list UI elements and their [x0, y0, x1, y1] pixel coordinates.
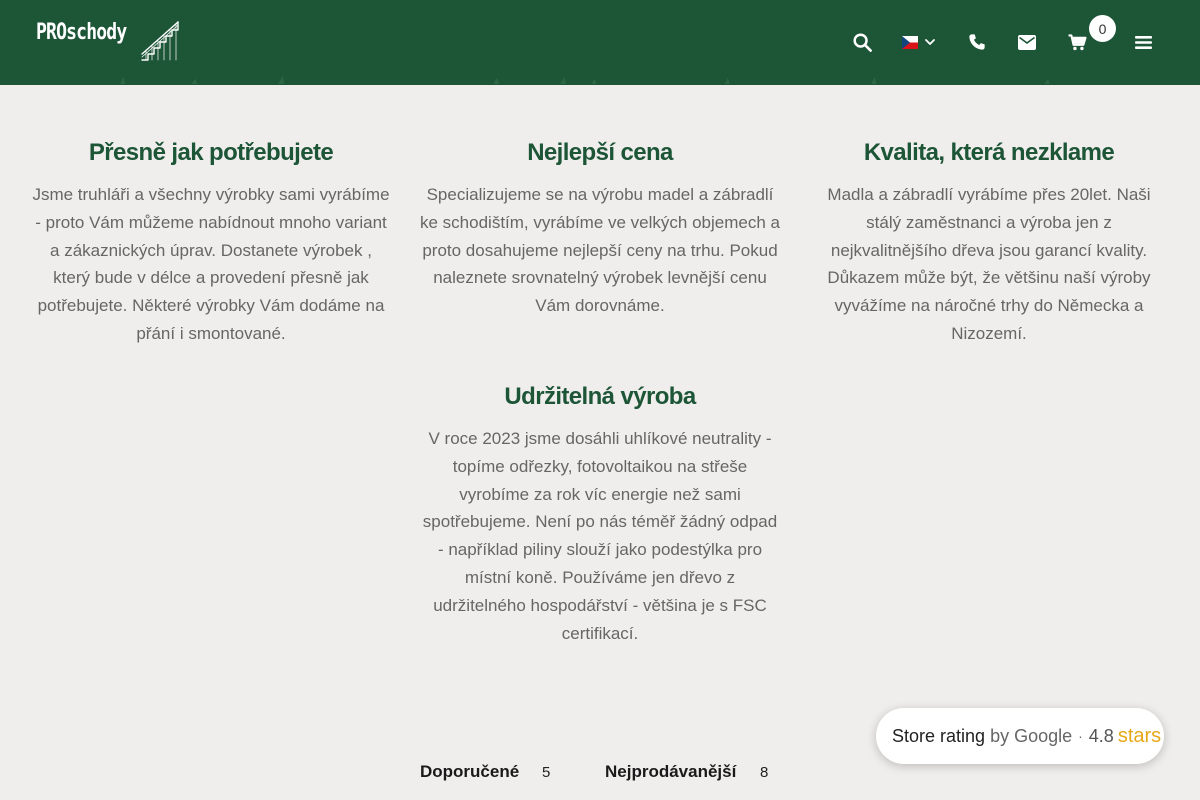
feature-text: Jsme truhláři a všechny výrobky sami vyr…	[32, 185, 390, 343]
cart-icon	[1068, 33, 1087, 50]
stairs-logo-icon	[141, 21, 179, 61]
tab-bestsellers-count: 8	[760, 764, 769, 781]
cart-count-badge: 0	[1089, 15, 1116, 42]
tab-bestsellers[interactable]: Nejprodávanější	[605, 762, 736, 782]
feature-text: V roce 2023 jsme dosáhli uhlíkové neutra…	[422, 429, 778, 643]
feature-title: Přesně jak potřebujete	[88, 139, 334, 166]
grass-decoration	[120, 76, 1050, 84]
logo-text: PROschody	[36, 20, 127, 45]
cart-button[interactable]	[1067, 30, 1087, 54]
language-selector[interactable]	[902, 30, 938, 54]
feature-sustainable: Udržitelná výroba V roce 2023 jsme dosáh…	[420, 382, 780, 647]
feature-tailored: Přesně jak potřebujete Jsme truhláři a v…	[31, 138, 391, 348]
feature-best-price: Nejlepší cena Specializujeme se na výrob…	[420, 138, 780, 320]
tab-recommended[interactable]: Doporučené	[420, 762, 519, 782]
rating-score: 4.8	[1088, 725, 1114, 746]
chevron-down-icon	[925, 39, 935, 45]
feature-quality: Kvalita, která nezklame Madla a zábradlí…	[809, 138, 1169, 348]
feature-title: Nejlepší cena	[527, 139, 673, 166]
phone-icon	[969, 34, 985, 50]
rating-provider: by Google	[990, 725, 1073, 746]
google-store-rating-badge[interactable]: Store rating by Google · 4.8 stars	[876, 708, 1164, 764]
email-button[interactable]	[1017, 30, 1037, 54]
tab-recommended-count: 5	[542, 764, 551, 781]
rating-label: Store rating	[892, 725, 986, 746]
feature-text: Madla a zábradlí vyrábíme přes 20let. Na…	[827, 185, 1151, 343]
search-button[interactable]	[851, 30, 873, 54]
search-icon	[852, 32, 872, 52]
feature-title: Udržitelná výroba	[504, 383, 696, 410]
rating-stars-text: stars	[1117, 724, 1162, 747]
czech-flag-icon	[902, 35, 918, 49]
site-header: PROschody 0	[0, 0, 1200, 85]
menu-button[interactable]	[1134, 30, 1152, 54]
phone-button[interactable]	[967, 30, 987, 54]
envelope-icon	[1018, 34, 1036, 50]
rating-separator: ·	[1078, 728, 1083, 744]
menu-icon	[1134, 35, 1152, 49]
site-logo[interactable]: PROschody	[36, 20, 179, 61]
feature-text: Specializujeme se na výrobu madel a zábr…	[420, 185, 780, 316]
feature-title: Kvalita, která nezklame	[863, 139, 1115, 166]
